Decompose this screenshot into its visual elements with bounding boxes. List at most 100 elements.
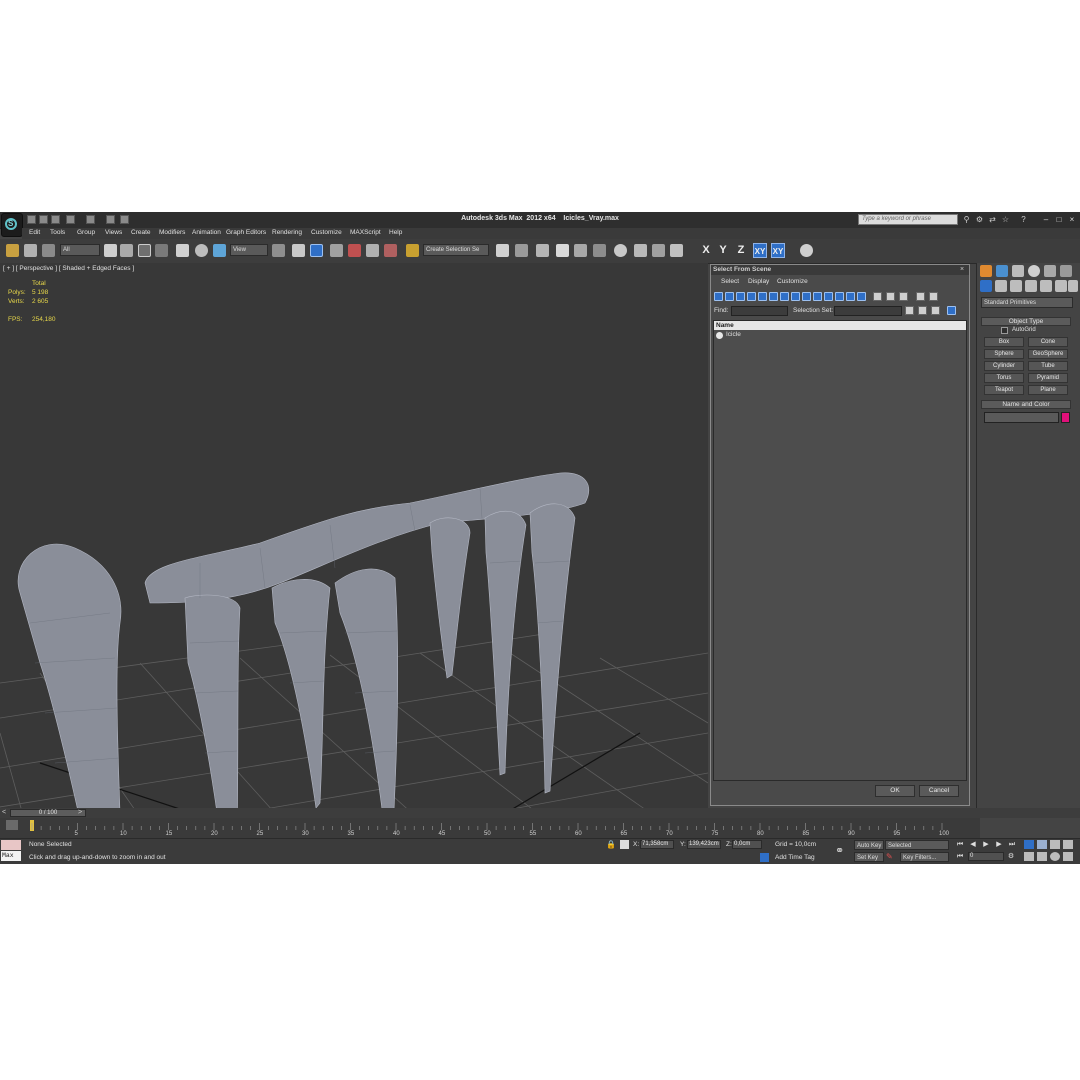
undo-icon[interactable]	[66, 215, 75, 224]
angle-snap-icon[interactable]	[348, 244, 361, 257]
reference-coordinate-select[interactable]: View	[230, 244, 268, 256]
rendered-frame-window-icon[interactable]	[652, 244, 665, 257]
motion-tab-icon[interactable]	[1028, 265, 1040, 277]
spinner-snap-icon[interactable]	[384, 244, 397, 257]
frame-counter[interactable]: 0 / 100	[10, 809, 86, 817]
display-shapes-icon[interactable]	[725, 292, 734, 301]
absolute-mode-icon[interactable]	[620, 840, 629, 849]
menu-tools[interactable]: Tools	[50, 229, 65, 236]
current-frame-field[interactable]: 0	[968, 852, 1004, 861]
go-to-end-icon[interactable]: ⏭	[1007, 840, 1017, 849]
axis-constraint-x[interactable]: X	[699, 243, 713, 258]
display-bones-icon[interactable]	[802, 292, 811, 301]
filter-icon[interactable]	[916, 292, 925, 301]
project-folder-icon[interactable]	[106, 215, 115, 224]
cylinder-button[interactable]: Cylinder	[984, 361, 1024, 371]
window-crossing-icon[interactable]	[155, 244, 168, 257]
zoom-extents-all-icon[interactable]	[1063, 840, 1073, 849]
key-mode-select[interactable]: Selected	[885, 840, 949, 850]
display-frozen-icon[interactable]	[824, 292, 833, 301]
teapot-button[interactable]: Teapot	[984, 385, 1024, 395]
favorites-star-icon[interactable]: ☆	[1001, 215, 1010, 224]
graphite-modeling-icon[interactable]	[556, 244, 569, 257]
set-key-button[interactable]: Set Key	[854, 852, 884, 862]
display-containers-icon[interactable]	[813, 292, 822, 301]
layer-manager-icon[interactable]	[536, 244, 549, 257]
box-button[interactable]: Box	[984, 337, 1024, 347]
menu-graph-editors[interactable]: Graph Editors	[226, 229, 266, 236]
selection-set-select[interactable]	[834, 306, 902, 316]
maxscript-listener-pink[interactable]	[1, 840, 21, 850]
selection-filter-select[interactable]: All	[60, 244, 100, 256]
select-manipulate-icon[interactable]	[292, 244, 305, 257]
align-icon[interactable]	[515, 244, 528, 257]
name-and-color-rollout[interactable]: Name and Color	[981, 400, 1071, 409]
select-all-icon[interactable]	[873, 292, 882, 301]
minimize-button[interactable]: –	[1040, 214, 1052, 225]
menu-edit[interactable]: Edit	[29, 229, 40, 236]
open-file-icon[interactable]	[39, 215, 48, 224]
bind-space-warp-icon[interactable]	[42, 244, 55, 257]
zoom-all-icon[interactable]	[1037, 840, 1047, 849]
save-file-icon[interactable]	[51, 215, 60, 224]
display-geometry-icon[interactable]	[714, 292, 723, 301]
select-object-icon[interactable]	[104, 244, 117, 257]
z-coordinate-field[interactable]: 0,0cm	[732, 840, 762, 849]
sync-selection-icon[interactable]	[947, 306, 956, 315]
list-item[interactable]: Icicle	[726, 331, 741, 338]
select-invert-icon[interactable]	[899, 292, 908, 301]
cancel-button[interactable]: Cancel	[919, 785, 959, 797]
axis-constraint-xy-plane[interactable]: XY	[771, 243, 785, 258]
key-mode-toggle-icon[interactable]: ⏮	[955, 852, 965, 861]
rectangular-selection-icon[interactable]	[138, 244, 151, 257]
axis-constraint-xy[interactable]: XY	[753, 243, 767, 258]
snap-settings-icon[interactable]	[800, 244, 813, 257]
select-move-icon[interactable]	[176, 244, 189, 257]
zoom-extents-icon[interactable]	[1050, 840, 1060, 849]
menu-create[interactable]: Create	[131, 229, 151, 236]
search-icon[interactable]: ⚲	[962, 215, 971, 224]
help-icon[interactable]: ?	[1019, 215, 1028, 224]
time-configuration-icon[interactable]: ⚙	[1006, 852, 1016, 861]
field-of-view-icon[interactable]	[1024, 852, 1034, 861]
display-helpers-icon[interactable]	[758, 292, 767, 301]
display-lights-icon[interactable]	[736, 292, 745, 301]
torus-button[interactable]: Torus	[984, 373, 1024, 383]
menu-animation[interactable]: Animation	[192, 229, 221, 236]
pan-view-icon[interactable]	[1037, 852, 1047, 861]
geometry-category-icon[interactable]	[980, 280, 992, 292]
percent-snap-icon[interactable]	[366, 244, 379, 257]
redo-icon[interactable]	[86, 215, 95, 224]
menu-customize[interactable]: Customize	[311, 229, 342, 236]
schematic-view-icon[interactable]	[593, 244, 606, 257]
lights-category-icon[interactable]	[1010, 280, 1022, 292]
hierarchy-tab-icon[interactable]	[1012, 265, 1024, 277]
selection-set-delete-icon[interactable]	[931, 306, 940, 315]
select-none-icon[interactable]	[886, 292, 895, 301]
create-tab-icon[interactable]	[980, 265, 992, 277]
x-coordinate-field[interactable]: 71,358cm	[640, 840, 674, 849]
select-rotate-icon[interactable]	[195, 244, 208, 257]
add-time-tag[interactable]: Add Time Tag	[775, 854, 815, 861]
object-color-swatch[interactable]	[1061, 412, 1070, 423]
dialog-menu-customize[interactable]: Customize	[777, 278, 808, 285]
cameras-category-icon[interactable]	[1025, 280, 1037, 292]
maximize-viewport-icon[interactable]	[1063, 852, 1073, 861]
axis-constraint-z[interactable]: Z	[734, 243, 748, 258]
autogrid-checkbox[interactable]	[1001, 327, 1008, 334]
maximize-button[interactable]: □	[1053, 214, 1065, 225]
previous-frame-icon[interactable]: ◀	[968, 840, 978, 849]
display-space-warps-icon[interactable]	[769, 292, 778, 301]
unlink-icon[interactable]	[24, 244, 37, 257]
menu-maxscript[interactable]: MAXScript	[350, 229, 381, 236]
link-icon[interactable]	[6, 244, 19, 257]
pyramid-button[interactable]: Pyramid	[1028, 373, 1068, 383]
viewport-label-menu[interactable]: [ + ] [ Perspective ] [ Shaded + Edged F…	[3, 265, 134, 272]
named-selection-set-select[interactable]: Create Selection Se	[423, 244, 489, 256]
modify-tab-icon[interactable]	[996, 265, 1008, 277]
cone-button[interactable]: Cone	[1028, 337, 1068, 347]
icicle-mesh[interactable]	[17, 472, 590, 864]
subscription-center-icon[interactable]: ⚙	[975, 215, 984, 224]
space-warps-category-icon[interactable]	[1055, 280, 1067, 292]
selection-set-save-icon[interactable]	[905, 306, 914, 315]
